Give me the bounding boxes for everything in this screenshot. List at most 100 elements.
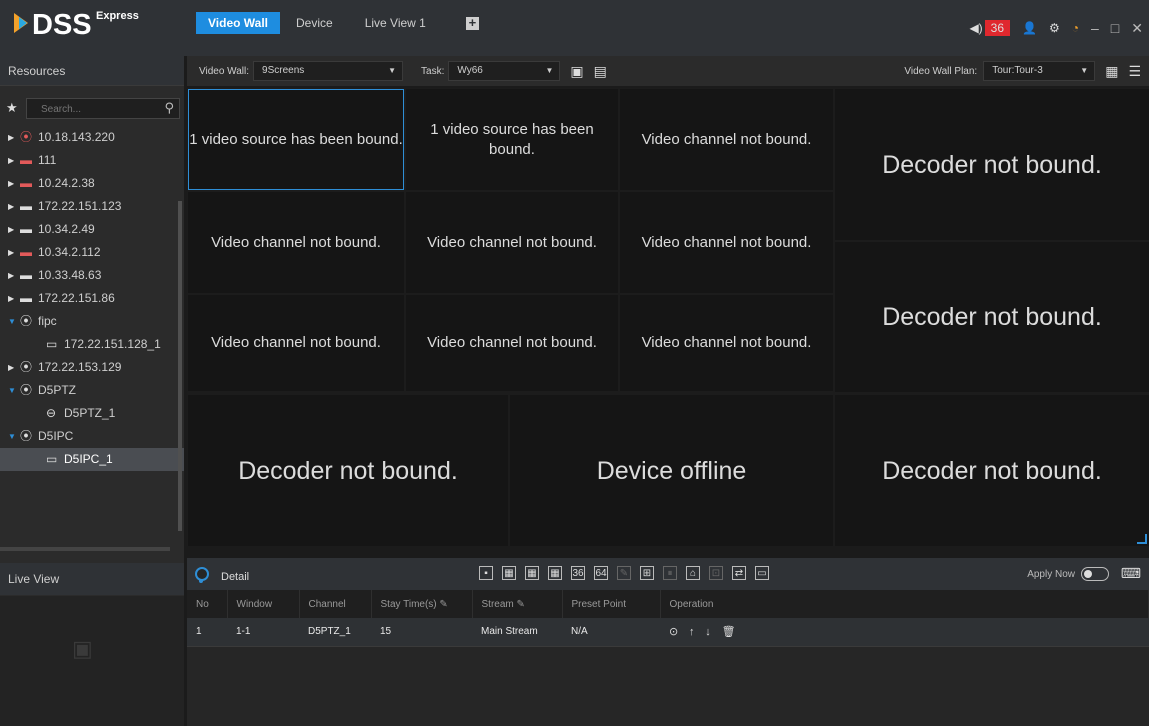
col-stream-label: Stream xyxy=(481,598,514,610)
performance-gauge-icon[interactable]: ◔ xyxy=(1072,21,1079,35)
tree-node[interactable]: ▼ ⦿ D5PTZ xyxy=(0,379,184,402)
expand-arrow-right-icon[interactable]: ▶ xyxy=(8,149,20,172)
wall-window-3-1[interactable]: Video channel not bound. xyxy=(188,295,404,391)
split-1-icon[interactable]: ▪ xyxy=(479,566,493,580)
split-layout-toolbar: ▪ ▦ ▦ ▦ 36 64 ✎ ⊞ ⏸ ⌂ ⊡ ⇄ ▭ xyxy=(479,566,778,580)
plan-select[interactable]: Tour:Tour-3 ▼ xyxy=(983,61,1096,81)
col-stay-time-label: Stay Time(s) xyxy=(380,598,437,610)
video-wall-label: Video Wall: xyxy=(199,65,250,77)
move-down-icon[interactable]: ↓ xyxy=(705,626,711,638)
split-16-icon[interactable]: ▦ xyxy=(548,566,562,580)
alarm-count-badge[interactable]: 36 xyxy=(984,20,1011,36)
expand-arrow-right-icon[interactable]: ▶ xyxy=(8,126,20,149)
wall-window-decoder-1[interactable]: Decoder not bound. xyxy=(835,89,1149,240)
save-as-icon[interactable]: ▤ xyxy=(594,63,607,80)
move-up-icon[interactable]: ↑ xyxy=(689,626,695,638)
wall-window-1-2[interactable]: 1 video source has been bound. xyxy=(406,89,618,190)
edit-pencil-icon[interactable]: ✎ xyxy=(439,599,447,610)
plan-list-icon[interactable]: ☰ xyxy=(1128,63,1141,80)
expand-arrow-right-icon[interactable]: ▶ xyxy=(8,195,20,218)
expand-arrow-down-icon[interactable]: ▼ xyxy=(8,379,20,402)
expand-arrow-right-icon[interactable]: ▶ xyxy=(8,172,20,195)
cell-stream[interactable]: Main Stream xyxy=(472,618,562,647)
tree-node[interactable]: ▼ ⦿ D5IPC xyxy=(0,425,184,448)
tree-node[interactable]: ▶ ▬ 10.33.48.63 xyxy=(0,264,184,287)
table-header-row: No Window Channel Stay Time(s) ✎ Stream … xyxy=(187,590,1149,618)
wall-window-1-1[interactable]: 1 video source has been bound. xyxy=(188,89,404,190)
close-button[interactable]: ✕ xyxy=(1131,20,1143,37)
tree-node[interactable]: ▶ ⦿ 10.18.143.220 xyxy=(0,126,184,149)
tab-device[interactable]: Device xyxy=(280,12,349,34)
keyboard-icon[interactable]: ⌨ xyxy=(1121,565,1141,582)
video-wall-select[interactable]: 9Screens ▼ xyxy=(253,61,404,81)
search-field[interactable]: ⚲ xyxy=(26,97,180,119)
alarm-sound-icon[interactable]: ◀) xyxy=(969,21,982,35)
wall-window-decoder-2[interactable]: Decoder not bound. xyxy=(835,242,1149,392)
unlock-icon[interactable]: ⌂ xyxy=(686,566,700,580)
tree-node-label: fipc xyxy=(38,314,57,328)
expand-arrow-down-icon[interactable]: ▼ xyxy=(8,310,20,333)
expand-arrow-right-icon[interactable]: ▶ xyxy=(8,264,20,287)
horizontal-scrollbar[interactable] xyxy=(0,547,170,551)
screen-on-icon[interactable]: ▭ xyxy=(755,566,769,580)
apply-now-toggle[interactable] xyxy=(1081,567,1109,581)
expand-arrow-right-icon[interactable]: ▶ xyxy=(8,218,20,241)
edit-pencil-icon[interactable]: ✎ xyxy=(517,599,525,610)
split-4-icon[interactable]: ▦ xyxy=(502,566,516,580)
tree-node[interactable]: ▶ ▬ 172.22.151.86 xyxy=(0,287,184,310)
table-row[interactable]: 1 1-1 D5PTZ_1 15 Main Stream N/A ⊙ ↑ ↓ 🗑 xyxy=(187,618,1149,647)
play-icon[interactable]: ⊙ xyxy=(669,626,678,638)
wall-window-1-3[interactable]: Video channel not bound. xyxy=(620,89,833,190)
wall-window-offline[interactable]: Device offline xyxy=(510,395,833,546)
split-9-icon[interactable]: ▦ xyxy=(525,566,539,580)
col-no: No xyxy=(187,590,228,618)
wall-window-3-2[interactable]: Video channel not bound. xyxy=(406,295,618,391)
plan-settings-icon[interactable]: ▦ xyxy=(1105,63,1118,80)
add-tab-button[interactable]: + xyxy=(465,16,479,30)
expand-arrow-right-icon[interactable]: ▶ xyxy=(8,356,20,379)
wall-window-2-2[interactable]: Video channel not bound. xyxy=(406,192,618,293)
save-icon[interactable]: ▣ xyxy=(570,63,583,80)
tree-node[interactable]: ▶ ▬ 111 xyxy=(0,149,184,172)
switch-icon[interactable]: ⇄ xyxy=(732,566,746,580)
tree-node[interactable]: ⊖ D5PTZ_1 xyxy=(0,402,184,425)
maximize-button[interactable]: □ xyxy=(1111,20,1119,36)
tree-scrollbar[interactable] xyxy=(178,201,182,531)
tree-node[interactable]: ▼ ⦿ fipc xyxy=(0,310,184,333)
wall-window-2-1[interactable]: Video channel not bound. xyxy=(188,192,404,293)
delete-icon[interactable]: 🗑 xyxy=(722,626,736,638)
tree-node[interactable]: ▭ 172.22.151.128_1 xyxy=(0,333,184,356)
wall-window-2-3[interactable]: Video channel not bound. xyxy=(620,192,833,293)
tree-node-label: 10.24.2.38 xyxy=(38,176,95,190)
split-36-button[interactable]: 36 xyxy=(571,566,585,580)
tab-live-view-1[interactable]: Live View 1 xyxy=(349,12,442,34)
tree-node-label: 172.22.151.123 xyxy=(38,199,122,213)
expand-arrow-right-icon[interactable]: ▶ xyxy=(8,241,20,264)
task-select[interactable]: Wy66 ▼ xyxy=(448,61,561,81)
tree-node[interactable]: ▭ D5IPC_1 xyxy=(0,448,184,471)
search-icon[interactable]: ⚲ xyxy=(164,100,174,116)
col-stay-time[interactable]: Stay Time(s) ✎ xyxy=(371,590,473,618)
expand-arrow-down-icon[interactable]: ▼ xyxy=(8,425,20,448)
favorites-star-icon[interactable]: ★ xyxy=(6,100,22,116)
tree-node[interactable]: ▶ ▬ 10.34.2.112 xyxy=(0,241,184,264)
search-input[interactable] xyxy=(27,99,157,119)
tree-node[interactable]: ▶ ⦿ 172.22.153.129 xyxy=(0,356,184,379)
cell-stay[interactable]: 15 xyxy=(371,618,472,647)
tree-view-icon[interactable]: ⊞ xyxy=(640,566,654,580)
user-icon[interactable]: 👤 xyxy=(1022,21,1037,35)
expand-arrow-right-icon[interactable]: ▶ xyxy=(8,287,20,310)
col-stream[interactable]: Stream ✎ xyxy=(472,590,563,618)
tree-node[interactable]: ▶ ▬ 172.22.151.123 xyxy=(0,195,184,218)
settings-gear-icon[interactable]: ⚙ xyxy=(1049,21,1060,35)
tab-video-wall[interactable]: Video Wall xyxy=(196,12,281,34)
tree-node[interactable]: ▶ ▬ 10.34.2.49 xyxy=(0,218,184,241)
minimize-button[interactable]: – xyxy=(1091,20,1099,36)
resize-handle-icon[interactable] xyxy=(1137,534,1147,544)
wall-window-3-3[interactable]: Video channel not bound. xyxy=(620,295,833,391)
tree-node[interactable]: ▶ ▬ 10.24.2.38 xyxy=(0,172,184,195)
tree-node-label: D5PTZ_1 xyxy=(64,406,116,420)
wall-window-decoder-4[interactable]: Decoder not bound. xyxy=(835,395,1149,546)
wall-window-decoder-3[interactable]: Decoder not bound. xyxy=(188,395,508,546)
split-64-button[interactable]: 64 xyxy=(594,566,608,580)
